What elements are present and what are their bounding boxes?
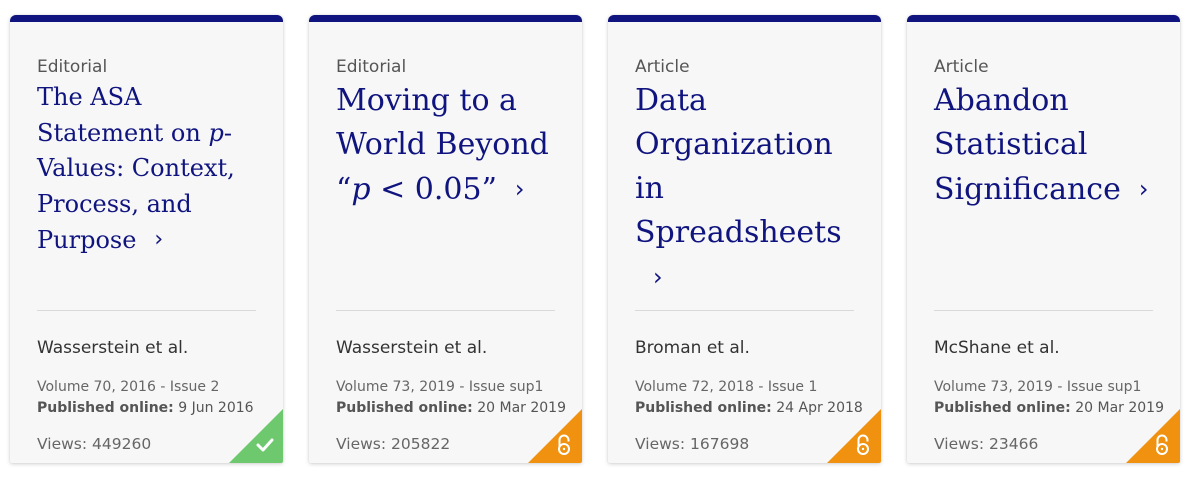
chevron-right-icon: › xyxy=(154,227,164,252)
article-authors: Wasserstein et al. xyxy=(336,338,488,358)
article-card[interactable]: Editorial Moving to a World Beyond “p < 0.… xyxy=(309,15,582,463)
article-card[interactable]: Article Abandon Statistical Significance › … xyxy=(907,15,1180,463)
article-views: Views: 205822 xyxy=(336,435,451,453)
title-line: World Beyond xyxy=(336,127,549,162)
divider xyxy=(934,310,1153,311)
article-volume: Volume 73, 2019 - Issue sup1 xyxy=(336,379,544,395)
chevron-right-icon: › xyxy=(1138,175,1149,203)
title-line: in xyxy=(635,171,664,206)
article-title-link[interactable]: Abandon Statistical Significance › xyxy=(934,79,1162,212)
title-line: Significance xyxy=(934,172,1121,207)
article-volume: Volume 72, 2018 - Issue 1 xyxy=(635,379,818,395)
title-line: Spreadsheets xyxy=(635,215,842,250)
title-line: Moving to a xyxy=(336,83,517,118)
open-access-badge xyxy=(1126,409,1180,463)
article-type: Editorial xyxy=(336,57,407,77)
free-access-badge xyxy=(229,409,283,463)
article-type: Article xyxy=(635,57,690,77)
divider xyxy=(336,310,555,311)
article-volume: Volume 70, 2016 - Issue 2 xyxy=(37,379,220,395)
published-label: Published online: xyxy=(336,400,473,416)
article-views: Views: 23466 xyxy=(934,435,1039,453)
article-volume: Volume 73, 2019 - Issue sup1 xyxy=(934,379,1142,395)
article-published: Published online: 9 Jun 2016 xyxy=(37,400,254,416)
title-text: “ xyxy=(336,172,352,207)
title-line: Data xyxy=(635,83,707,118)
article-title-link[interactable]: The ASA Statement on p-Values: Context, … xyxy=(37,80,265,259)
article-title-link[interactable]: Data Organization in Spreadsheets › xyxy=(635,79,863,300)
open-access-badge xyxy=(528,409,582,463)
title-line: Statistical xyxy=(934,127,1088,162)
title-italic: p xyxy=(208,118,224,147)
title-text: The ASA Statement on xyxy=(37,83,209,147)
chevron-right-icon: › xyxy=(514,175,525,203)
divider xyxy=(37,310,256,311)
article-authors: Wasserstein et al. xyxy=(37,338,189,358)
article-type: Editorial xyxy=(37,57,108,77)
published-label: Published online: xyxy=(37,400,174,416)
published-label: Published online: xyxy=(635,400,772,416)
title-text: < 0.05” xyxy=(370,172,497,207)
article-views: Views: 167698 xyxy=(635,435,750,453)
title-line: Abandon xyxy=(934,83,1069,118)
article-authors: Broman et al. xyxy=(635,338,750,358)
article-views: Views: 449260 xyxy=(37,435,152,453)
divider xyxy=(635,310,854,311)
chevron-right-icon: › xyxy=(653,263,663,291)
published-label: Published online: xyxy=(934,400,1071,416)
article-type: Article xyxy=(934,57,989,77)
article-card[interactable]: Article Data Organization in Spreadsheets› … xyxy=(608,15,881,463)
title-italic: p xyxy=(351,172,371,207)
open-access-badge xyxy=(827,409,881,463)
title-line: Organization xyxy=(635,127,833,162)
article-card-list: Editorial The ASA Statement on p-Values:… xyxy=(0,0,1200,479)
article-title-link[interactable]: Moving to a World Beyond “p < 0.05” › xyxy=(336,79,564,212)
article-authors: McShane et al. xyxy=(934,338,1060,358)
article-card[interactable]: Editorial The ASA Statement on p-Values:… xyxy=(10,15,283,463)
